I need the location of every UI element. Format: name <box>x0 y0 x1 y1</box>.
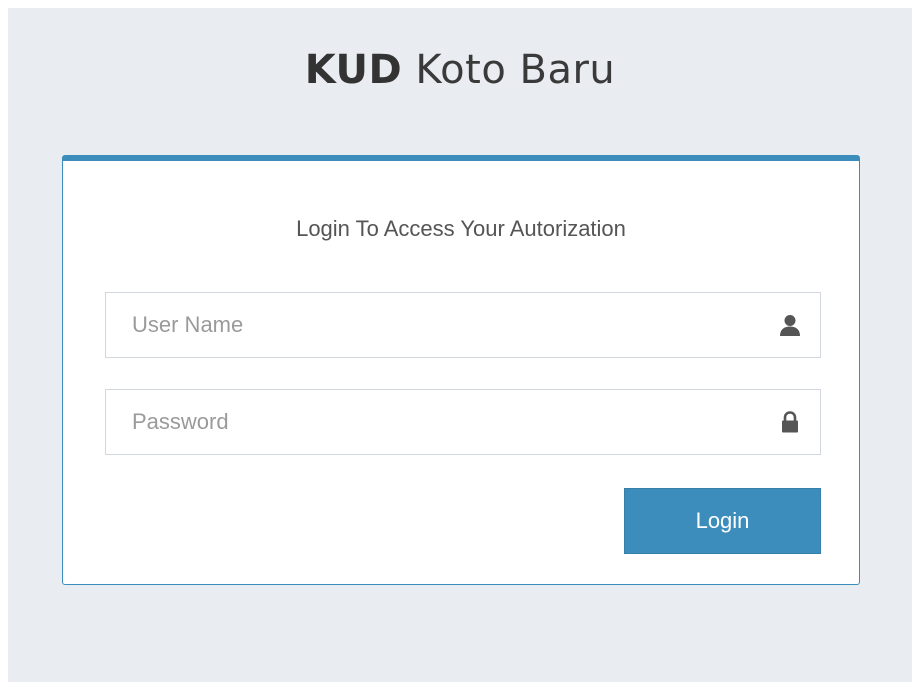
username-field-group <box>105 292 821 358</box>
logo-strong-text: KUD <box>304 47 403 93</box>
login-page: KUD Koto Baru Login To Access Your Autor… <box>8 8 912 682</box>
user-icon <box>780 315 800 336</box>
lock-icon <box>782 411 798 433</box>
login-button[interactable]: Login <box>624 488 821 554</box>
app-logo: KUD Koto Baru <box>8 46 912 94</box>
password-field-group <box>105 389 821 455</box>
logo-light-text: Koto Baru <box>415 47 616 93</box>
login-box: Login To Access Your Autorization Login <box>62 155 860 585</box>
password-input[interactable] <box>106 390 752 454</box>
login-box-message: Login To Access Your Autorization <box>296 216 626 241</box>
username-input[interactable] <box>106 293 752 357</box>
